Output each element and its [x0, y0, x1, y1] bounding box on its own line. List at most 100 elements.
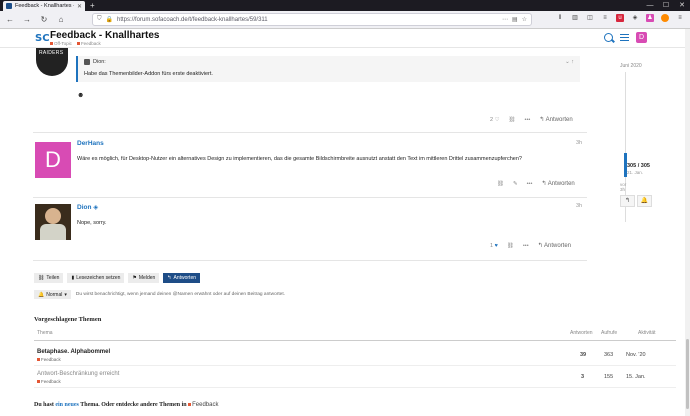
shield-ext-icon[interactable]: ◈	[631, 14, 639, 22]
new-tab-button[interactable]: +	[90, 1, 95, 10]
footer-category-link[interactable]: Feedback	[188, 402, 218, 408]
site-logo[interactable]: SC	[35, 33, 50, 44]
table-row[interactable]: Betaphase. Alphabommel Feedback 39 363 N…	[34, 346, 676, 366]
notification-level-dropdown[interactable]: 🔔 Normal ▾	[34, 290, 71, 299]
firefox-account-icon[interactable]	[661, 14, 669, 22]
topic-category[interactable]: Feedback	[37, 357, 61, 362]
derhans-avatar[interactable]: D	[35, 142, 71, 178]
post-time[interactable]: 3h	[576, 140, 582, 146]
topic-title[interactable]: Feedback - Knallhartes	[50, 30, 159, 41]
reader-icon[interactable]: ▤	[512, 16, 518, 23]
search-icon[interactable]	[604, 33, 613, 42]
activity-date[interactable]: Nov. '20	[626, 352, 646, 358]
share-button[interactable]: ⛓ Teilen	[34, 273, 64, 283]
shield-icon[interactable]: ⛉	[97, 16, 102, 23]
post-text: Nope, sorry.	[77, 220, 107, 226]
quote-header: Dion:	[84, 59, 106, 65]
more-icon[interactable]: •••	[525, 117, 531, 123]
user-avatar[interactable]: D	[636, 32, 647, 43]
more-icon[interactable]: •••	[527, 181, 533, 187]
star-icon[interactable]: ☆	[522, 16, 527, 23]
home-icon[interactable]: ⌂	[55, 14, 67, 26]
timeline-start-date[interactable]: Juni 2020	[620, 63, 660, 69]
post-time[interactable]: 3h	[576, 203, 582, 209]
post3-actions: 1 ♥ ⛓ ••• ↰ Antworten	[490, 242, 571, 250]
dion-avatar[interactable]	[35, 204, 71, 240]
page-scrollbar[interactable]	[685, 29, 690, 416]
close-window-button[interactable]: ✕	[674, 0, 690, 11]
quote-text: Habe das Themenbilder-Addon fürs erste d…	[84, 71, 213, 77]
topic-link[interactable]: Antwort-Beschränkung erreicht	[37, 371, 119, 377]
link-icon: ⛓	[38, 275, 45, 281]
activity-date[interactable]: 15. Jan.	[626, 374, 646, 380]
like-button[interactable]: 1 ♥	[490, 243, 498, 249]
username-text: Dion	[77, 204, 92, 211]
reply-topic-label: Antworten	[173, 275, 197, 281]
bookmark-icon: ▮	[71, 275, 75, 281]
category-offtopic[interactable]: Off-Topic	[50, 41, 72, 46]
reload-icon[interactable]: ↻	[38, 14, 50, 26]
table-header-divider	[34, 340, 676, 341]
timeline-reply-button[interactable]: ↰	[620, 195, 635, 207]
new-topic-link[interactable]: ein neues	[55, 402, 79, 408]
bell-icon: 🔔	[38, 291, 45, 298]
back-icon[interactable]: ←	[4, 14, 16, 26]
post-username[interactable]: Dion ◈	[77, 203, 98, 211]
reply-button[interactable]: ↰ Antworten	[541, 180, 574, 187]
forward-icon[interactable]: →	[21, 14, 33, 26]
notification-text: Du wirst benachrichtigt, wenn jemand dei…	[75, 292, 285, 297]
timeline-notify-button[interactable]: 🔔	[637, 195, 652, 207]
category-feedback[interactable]: Feedback	[77, 41, 101, 46]
column-header-views: Aufrufe	[601, 330, 618, 336]
post2-actions: ⛓ ✎ ••• ↰ Antworten	[497, 180, 575, 188]
reader-list-icon[interactable]: ≡	[601, 14, 609, 22]
nav-bar: ← → ↻ ⌂ ⛉ 🔒 https://forum.sofacoach.de/t…	[0, 11, 690, 29]
reply-topic-button[interactable]: ↰ Antworten	[163, 273, 201, 283]
close-tab-icon[interactable]: ✕	[77, 3, 82, 10]
edit-icon[interactable]: ✎	[513, 181, 518, 187]
share-label: Teilen	[46, 275, 60, 281]
reply-button[interactable]: ↰ Antworten	[538, 242, 571, 249]
raiders-avatar[interactable]	[36, 48, 68, 76]
topic-category[interactable]: Feedback	[37, 379, 61, 384]
bookmark-label: Lesezeichen setzen	[76, 275, 121, 281]
quote-expand-icon[interactable]: ⌄ ↑	[565, 59, 574, 65]
footer-message: Du hast ein neues Thema. Oder entdecke a…	[34, 402, 218, 408]
tab-title: Feedback - Knallhartes - Off T	[15, 3, 74, 9]
url-bar[interactable]: ⛉ 🔒 https://forum.sofacoach.de/t/feedbac…	[92, 13, 532, 26]
suggested-topics-title: Vorgeschlagene Themen	[34, 316, 102, 323]
post-divider	[33, 260, 587, 261]
url-text[interactable]: https://forum.sofacoach.de/t/feedback-kn…	[117, 17, 498, 23]
reply-button[interactable]: ↰ Antworten	[539, 116, 572, 123]
notification-level-label: Normal	[46, 291, 63, 298]
like-count[interactable]: 2 ♡	[490, 117, 500, 123]
link-icon[interactable]: ⛓	[509, 117, 516, 123]
lock-icon[interactable]: 🔒	[106, 16, 113, 23]
page-actions-icon[interactable]: ⋯	[502, 16, 508, 23]
thumbs-up-icon: ♥	[494, 242, 498, 249]
sidebar-icon[interactable]: ▥	[571, 14, 579, 22]
library-icon[interactable]: ⫴	[556, 14, 564, 22]
maximize-button[interactable]: ☐	[658, 0, 674, 11]
flag-button[interactable]: ⚑ Melden	[128, 273, 160, 283]
browser-tab[interactable]: Feedback - Knallhartes - Off T ✕	[3, 1, 85, 11]
link-icon[interactable]: ⛓	[497, 181, 504, 187]
emoji-icon: ☻	[77, 92, 85, 99]
timeline-end[interactable]: vor 3h	[620, 182, 626, 192]
menu-icon[interactable]	[620, 34, 629, 41]
post-username[interactable]: DerHans	[77, 140, 104, 147]
hamburger-menu-icon[interactable]: ≡	[676, 14, 684, 22]
bookmark-button[interactable]: ▮ Lesezeichen setzen	[67, 273, 125, 283]
extension-icon[interactable]: ♟	[646, 14, 654, 22]
view-count: 363	[604, 352, 614, 358]
ublock-icon[interactable]: u	[616, 14, 624, 22]
minimize-button[interactable]: —	[642, 0, 658, 11]
browser-chrome: Feedback - Knallhartes - Off T ✕ + — ☐ ✕…	[0, 0, 690, 29]
tab-bar: Feedback - Knallhartes - Off T ✕ + — ☐ ✕	[0, 0, 690, 11]
link-icon[interactable]: ⛓	[507, 243, 514, 249]
chevron-down-icon: ▾	[64, 291, 67, 298]
more-icon[interactable]: •••	[523, 243, 529, 249]
topic-link[interactable]: Betaphase. Alphabommel	[37, 349, 110, 355]
pocket-icon[interactable]: ◫	[586, 14, 594, 22]
table-row[interactable]: Antwort-Beschränkung erreicht Feedback 3…	[34, 368, 676, 388]
